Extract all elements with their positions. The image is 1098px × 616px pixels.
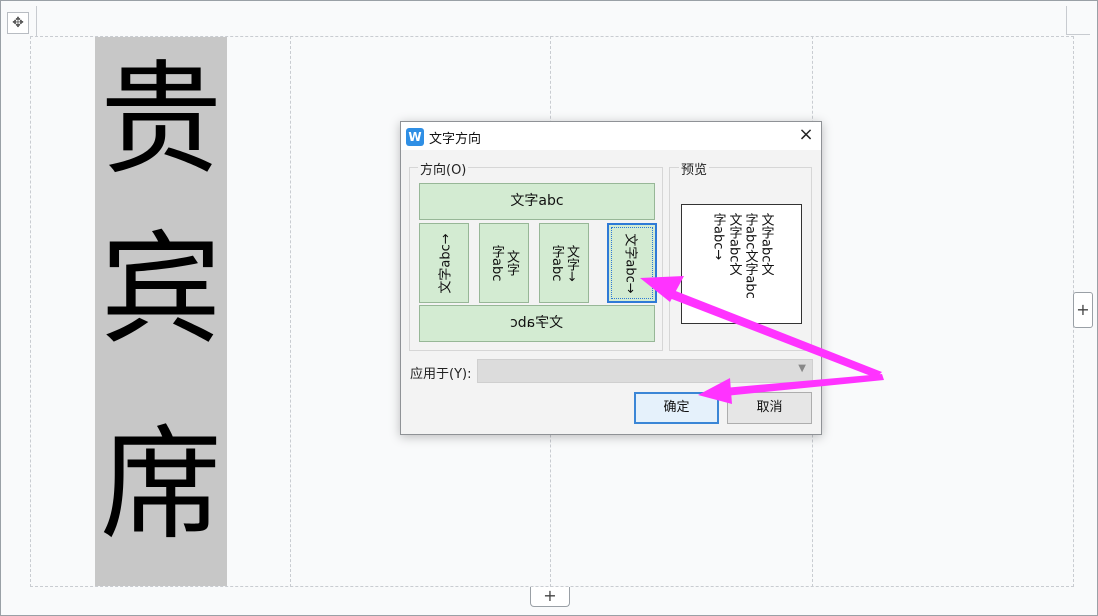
annotation-arrows <box>640 276 884 404</box>
annotation-arrow-head <box>698 378 732 404</box>
annotation-arrow <box>664 288 882 378</box>
annotation-arrow <box>724 374 884 396</box>
